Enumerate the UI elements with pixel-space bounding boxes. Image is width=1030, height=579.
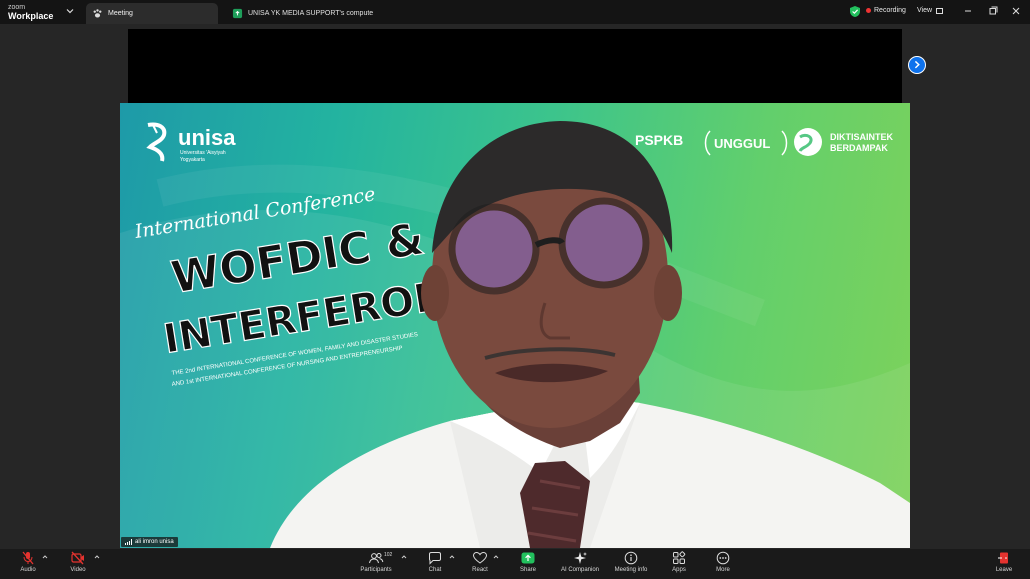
participants-caret-icon[interactable]	[401, 554, 407, 560]
share-screen-icon	[521, 552, 535, 564]
active-speaker-video[interactable]: unisa Universitas 'Aisyiyah Yogyakarta I…	[120, 103, 910, 548]
heart-icon	[472, 551, 488, 564]
meeting-area: unisa Universitas 'Aisyiyah Yogyakarta I…	[0, 24, 1030, 549]
tab-meeting-label: Meeting	[108, 10, 133, 17]
shield-icon[interactable]	[849, 5, 861, 18]
leave-label: Leave	[995, 567, 1013, 573]
next-page-icon[interactable]	[908, 56, 926, 74]
participant-name: ali imron unisa	[135, 539, 174, 545]
logo-sub2: Yogyakarta	[180, 157, 205, 163]
recording-label: Recording	[874, 7, 906, 14]
view-button[interactable]: View	[917, 7, 944, 14]
participants-button[interactable]: Participants	[351, 551, 401, 578]
chevron-down-icon[interactable]	[65, 6, 75, 16]
participants-label: Participants	[360, 567, 392, 573]
paw-icon	[93, 9, 102, 18]
apps-icon	[673, 551, 686, 564]
recording-dot-icon	[866, 8, 871, 13]
shared-screen-strip	[128, 29, 902, 103]
restore-icon[interactable]	[985, 4, 1001, 18]
sponsor-pspkb: PSPKB	[635, 132, 683, 148]
meeting-info-button[interactable]: Meeting info	[606, 551, 656, 578]
view-label: View	[917, 7, 933, 14]
audio-label: Audio	[20, 567, 36, 573]
close-icon[interactable]	[1008, 4, 1024, 18]
video-frame: unisa Universitas 'Aisyiyah Yogyakarta I…	[120, 121, 910, 548]
info-icon	[624, 551, 638, 565]
more-label: More	[716, 567, 730, 573]
signal-bars-icon	[125, 539, 132, 545]
participant-name-tag: ali imron unisa	[121, 537, 178, 547]
ai-companion-label: AI Companion	[560, 567, 600, 573]
more-icon	[716, 551, 730, 565]
app-brand[interactable]: zoom Workplace	[8, 3, 53, 21]
microphone-muted-icon	[22, 551, 34, 565]
share-button[interactable]: Share	[503, 551, 553, 578]
camera-off-icon	[71, 551, 84, 565]
participants-count: 102	[384, 552, 393, 558]
sponsor-unggul: UNGGUL	[714, 136, 770, 151]
audio-options-caret-icon[interactable]	[42, 554, 48, 560]
ai-companion-button[interactable]: AI Companion	[555, 551, 605, 578]
react-label: React	[472, 567, 488, 573]
ai-sparkle-icon	[574, 552, 587, 564]
video-options-caret-icon[interactable]	[94, 554, 100, 560]
diktisaintek-logo	[794, 128, 822, 156]
chat-icon	[429, 552, 441, 565]
more-button[interactable]: More	[698, 551, 748, 578]
unisa-logo	[146, 122, 167, 162]
chat-label: Chat	[428, 567, 442, 573]
apps-label: Apps	[672, 567, 686, 573]
meeting-info-label: Meeting info	[614, 567, 648, 573]
participants-icon	[369, 553, 384, 564]
tab-meeting[interactable]: Meeting	[86, 3, 218, 24]
logo-name: unisa	[178, 125, 236, 150]
screen-share-icon	[232, 8, 243, 19]
logo-sub1: Universitas 'Aisyiyah	[180, 150, 226, 156]
tab-screen-share-label: UNISA YK MEDIA SUPPORT's compute	[248, 10, 374, 17]
minimize-icon[interactable]	[960, 4, 976, 18]
tab-screen-share[interactable]: UNISA YK MEDIA SUPPORT's compute	[226, 3, 406, 24]
brand-bottom: Workplace	[8, 11, 54, 21]
meeting-toolbar: Audio Video Participants 102 Chat React …	[0, 549, 1030, 579]
apps-button[interactable]: Apps	[654, 551, 704, 578]
react-caret-icon[interactable]	[493, 554, 499, 560]
leave-button[interactable]: Leave	[979, 551, 1029, 578]
share-label: Share	[519, 567, 536, 573]
sponsor-diktisaintek-line2: BERDAMPAK	[830, 143, 888, 153]
sponsor-diktisaintek-line1: DIKTISAINTEK	[830, 132, 894, 142]
title-bar: zoom Workplace Meeting UNISA YK MEDIA SU…	[0, 0, 1030, 24]
recording-indicator[interactable]: Recording	[866, 7, 906, 14]
video-label: Video	[70, 567, 86, 573]
leave-door-icon	[998, 552, 1008, 564]
grid-view-icon	[936, 7, 944, 14]
